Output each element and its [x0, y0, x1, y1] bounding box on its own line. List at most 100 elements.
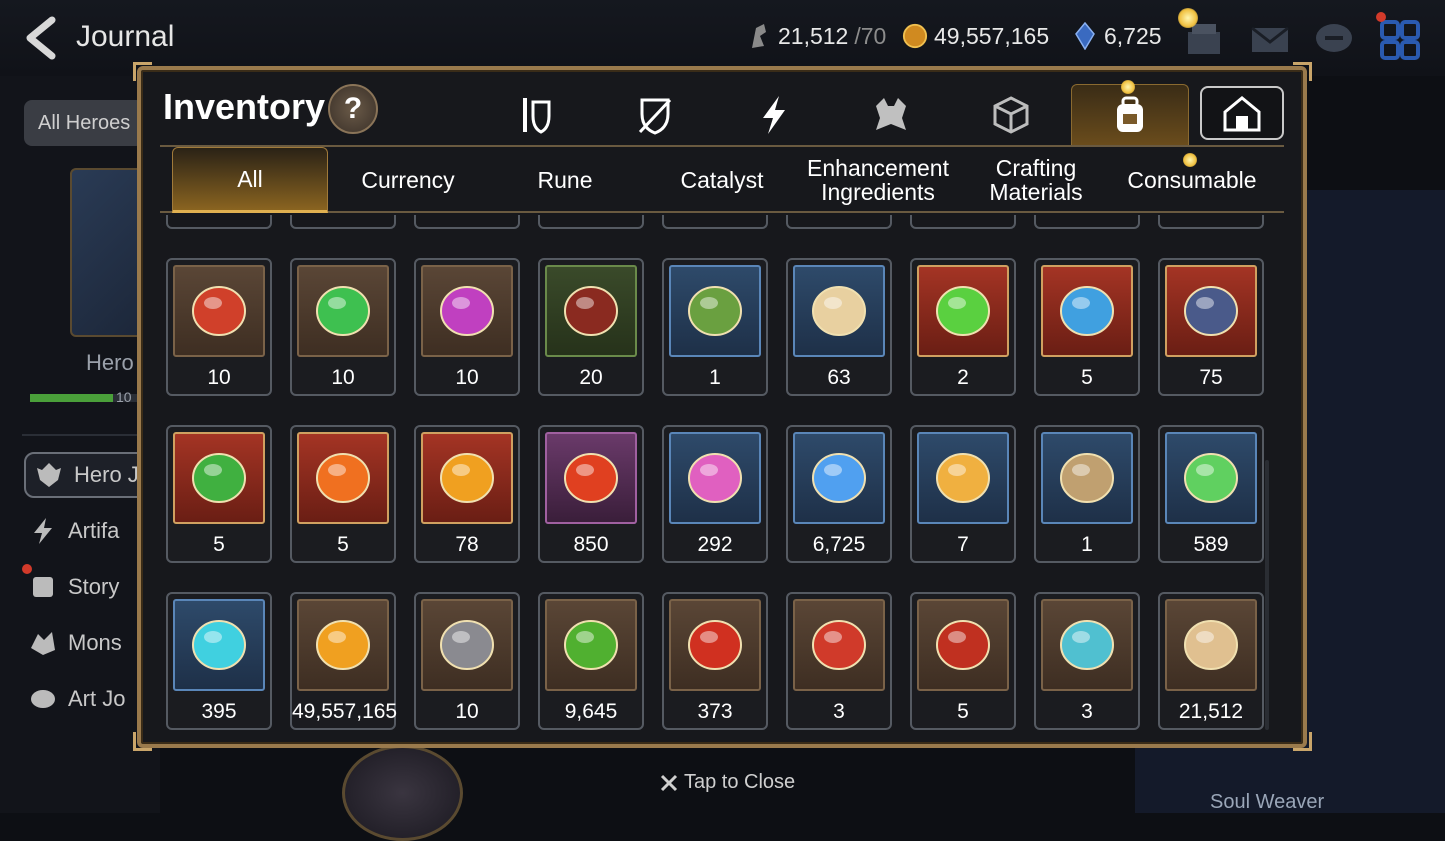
- soul-weaver-label: Soul Weaver: [1210, 791, 1325, 813]
- item-quantity: 1: [1081, 533, 1093, 556]
- green-orb-icon: [936, 286, 990, 336]
- back-arrow-icon[interactable]: [22, 16, 62, 60]
- item-cell[interactable]: 21,512: [1158, 592, 1264, 730]
- item-cell[interactable]: 589: [1158, 425, 1264, 563]
- item-quantity: 20: [579, 366, 603, 389]
- item-cell[interactable]: 292: [662, 425, 768, 563]
- knight-chess-icon: [1184, 620, 1238, 670]
- item-cell[interactable]: 10: [414, 592, 520, 730]
- artifact-tab[interactable]: [624, 86, 686, 144]
- equipment-tab[interactable]: [505, 86, 567, 144]
- item-cell-partial[interactable]: [290, 215, 396, 229]
- item-frame: [793, 265, 885, 357]
- monster-tab[interactable]: [860, 86, 922, 144]
- item-quantity: 10: [455, 366, 479, 389]
- item-cell[interactable]: 75: [1158, 258, 1264, 396]
- blue-charm-icon: [1060, 286, 1114, 336]
- item-frame: [1041, 432, 1133, 524]
- pink-gem-pile-icon: [688, 453, 742, 503]
- hero-avatar[interactable]: [342, 745, 463, 841]
- item-cell-partial[interactable]: [538, 215, 644, 229]
- sidebar-item-label: Artifa: [68, 518, 120, 543]
- star-compass-icon: [936, 453, 990, 503]
- menu-notification-dot: [1376, 12, 1386, 22]
- menu-grid-icon[interactable]: [1378, 18, 1422, 62]
- armor-icon: [523, 98, 551, 134]
- item-cell[interactable]: 395: [166, 592, 272, 730]
- item-cell[interactable]: 10: [166, 258, 272, 396]
- item-cell[interactable]: 2: [910, 258, 1016, 396]
- filter-crafting-materials[interactable]: Crafting Materials: [958, 147, 1114, 213]
- item-quantity: 373: [697, 700, 733, 723]
- inventory-title: Inventory: [163, 86, 326, 127]
- item-cell-partial[interactable]: [786, 215, 892, 229]
- item-quantity: 5: [1081, 366, 1093, 389]
- item-cell[interactable]: 7: [910, 425, 1016, 563]
- crystal-shard-icon: [440, 453, 494, 503]
- stamina-display[interactable]: 21,512/70: [746, 22, 886, 50]
- item-quantity: 850: [573, 533, 609, 556]
- crystal-display[interactable]: 6,725: [1072, 22, 1162, 50]
- material-tab[interactable]: [980, 86, 1042, 144]
- stamina-max: /70: [854, 22, 887, 49]
- item-cell-partial[interactable]: [1158, 215, 1264, 229]
- hero-label: Hero: [86, 350, 134, 375]
- item-quantity: 5: [213, 533, 225, 556]
- item-frame: [545, 265, 637, 357]
- hero-icon: [37, 463, 61, 487]
- filter-rune[interactable]: Rune: [487, 147, 643, 213]
- stone-compass-icon: [440, 620, 494, 670]
- skill-tab[interactable]: [743, 86, 805, 144]
- item-cell-partial[interactable]: [662, 215, 768, 229]
- tap-to-close-button[interactable]: Tap to Close: [660, 771, 795, 794]
- item-cell[interactable]: 20: [538, 258, 644, 396]
- item-cell[interactable]: 3: [786, 592, 892, 730]
- item-cell[interactable]: 1: [1034, 425, 1140, 563]
- item-cell[interactable]: 1: [662, 258, 768, 396]
- item-cell[interactable]: 63: [786, 258, 892, 396]
- filter-all[interactable]: All: [172, 147, 328, 213]
- item-cell[interactable]: 5: [1034, 258, 1140, 396]
- item-cell[interactable]: 373: [662, 592, 768, 730]
- item-cell[interactable]: 3: [1034, 592, 1140, 730]
- mail-icon[interactable]: [1248, 18, 1292, 62]
- item-frame: [545, 432, 637, 524]
- item-quantity: 10: [455, 700, 479, 723]
- item-quantity: 1: [709, 366, 721, 389]
- item-cell[interactable]: 10: [290, 258, 396, 396]
- item-cell-partial[interactable]: [166, 215, 272, 229]
- filter-enhancement-ingredients[interactable]: Enhancement Ingredients: [800, 147, 956, 213]
- item-cell[interactable]: 49,557,165: [290, 592, 397, 730]
- hero-progress-fill: [30, 394, 113, 402]
- item-frame: [793, 432, 885, 524]
- item-cell-partial[interactable]: [414, 215, 520, 229]
- item-cell[interactable]: 78: [414, 425, 520, 563]
- inventory-scrollbar[interactable]: [1265, 460, 1269, 730]
- item-cell[interactable]: 5: [290, 425, 396, 563]
- help-button[interactable]: ?: [328, 84, 378, 134]
- all-heroes-button[interactable]: All Heroes: [24, 100, 144, 146]
- item-cell[interactable]: 850: [538, 425, 644, 563]
- item-cell[interactable]: 10: [414, 258, 520, 396]
- crystal-icon: [1075, 22, 1095, 50]
- filter-currency[interactable]: Currency: [330, 147, 486, 213]
- item-frame: [545, 599, 637, 691]
- item-frame: [793, 599, 885, 691]
- item-cell[interactable]: 5: [166, 425, 272, 563]
- green-rune-icon: [316, 286, 370, 336]
- item-quantity: 292: [697, 533, 733, 556]
- chat-icon[interactable]: [1312, 18, 1356, 62]
- house-icon: [1223, 96, 1261, 132]
- gold-display[interactable]: 49,557,165: [902, 22, 1049, 50]
- storage-tab[interactable]: [1200, 86, 1284, 140]
- item-cell-partial[interactable]: [910, 215, 1016, 229]
- root-icon: [812, 286, 866, 336]
- item-cell[interactable]: 5: [910, 592, 1016, 730]
- item-frame: [1041, 599, 1133, 691]
- item-cell[interactable]: 9,645: [538, 592, 644, 730]
- item-cell-partial[interactable]: [1034, 215, 1140, 229]
- item-cell[interactable]: 6,725: [786, 425, 892, 563]
- modal-corner: [133, 732, 152, 751]
- consumable-notification-glow: [1183, 153, 1197, 167]
- filter-catalyst[interactable]: Catalyst: [644, 147, 800, 213]
